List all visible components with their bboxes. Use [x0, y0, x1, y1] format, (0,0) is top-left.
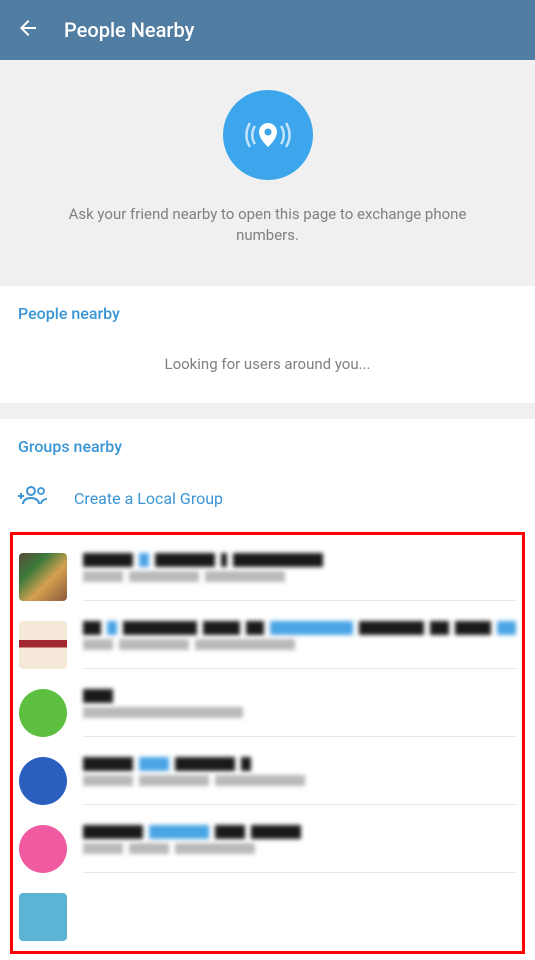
intro-text: Ask your friend nearby to open this page… [58, 204, 478, 246]
group-info [83, 893, 516, 941]
group-avatar [19, 825, 67, 873]
group-name [83, 621, 516, 635]
group-name [83, 825, 516, 839]
people-nearby-section: People nearby Looking for users around y… [0, 286, 535, 403]
create-group-label: Create a Local Group [74, 489, 223, 508]
create-local-group-button[interactable]: Create a Local Group [0, 470, 535, 526]
group-subtitle [83, 843, 516, 854]
group-list-item[interactable] [19, 815, 516, 883]
group-list-item[interactable] [19, 883, 516, 951]
group-avatar [19, 893, 67, 941]
group-info [83, 825, 516, 873]
group-avatar [19, 553, 67, 601]
beacon-icon [223, 90, 313, 180]
group-info [83, 621, 516, 669]
add-group-icon [18, 484, 50, 512]
group-name [83, 553, 516, 567]
loading-text: Looking for users around you... [0, 337, 535, 403]
group-list-item[interactable] [19, 747, 516, 815]
group-name [83, 689, 516, 703]
group-list-item[interactable] [19, 611, 516, 679]
group-info [83, 757, 516, 805]
groups-nearby-header: Groups nearby [0, 419, 535, 470]
group-subtitle [83, 639, 516, 650]
people-nearby-header: People nearby [0, 286, 535, 337]
header-bar: People Nearby [0, 0, 535, 60]
group-subtitle [83, 707, 516, 718]
group-avatar [19, 689, 67, 737]
group-avatar [19, 757, 67, 805]
groups-nearby-section: Groups nearby Create a Local Group [0, 419, 535, 954]
group-avatar [19, 621, 67, 669]
group-info [83, 689, 516, 737]
section-divider [0, 403, 535, 419]
group-name [83, 757, 516, 771]
group-subtitle [83, 775, 516, 786]
group-list-item[interactable] [19, 679, 516, 747]
group-list-item[interactable] [19, 543, 516, 611]
group-info [83, 553, 516, 601]
page-title: People Nearby [64, 18, 194, 42]
back-arrow-icon[interactable] [16, 16, 40, 44]
groups-list [10, 532, 525, 954]
intro-section: Ask your friend nearby to open this page… [0, 60, 535, 286]
group-subtitle [83, 571, 516, 582]
